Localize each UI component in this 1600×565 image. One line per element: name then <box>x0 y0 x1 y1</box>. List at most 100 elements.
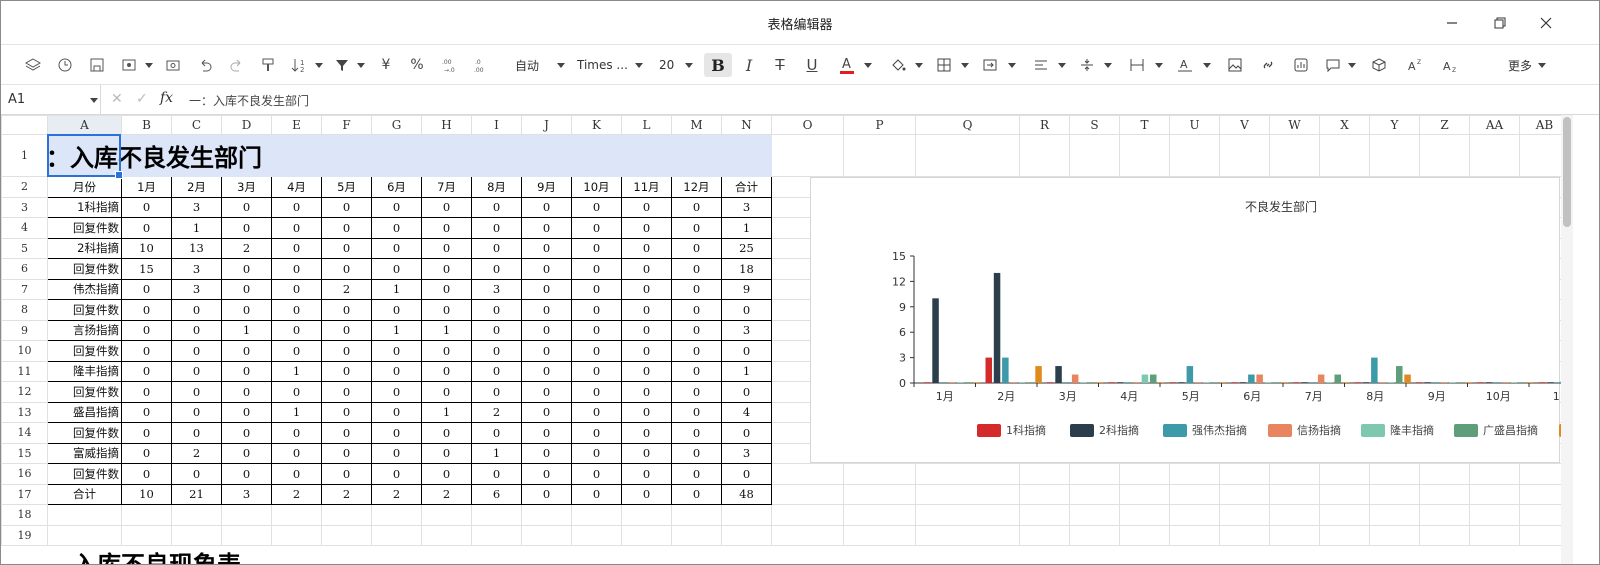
table-cell[interactable]: 10 <box>121 237 172 259</box>
cell[interactable] <box>1119 504 1170 526</box>
cell[interactable] <box>771 134 844 177</box>
cell[interactable] <box>371 504 422 526</box>
table-cell[interactable]: 0 <box>221 381 272 403</box>
font-family-select[interactable]: Times ... <box>577 53 637 77</box>
cell[interactable] <box>1319 463 1370 485</box>
table-cell[interactable]: 0 <box>221 463 272 485</box>
insert-image-dropdown[interactable] <box>144 53 154 77</box>
decrease-decimal-button[interactable]: .00 →.0 <box>438 53 462 77</box>
sort-descending-button[interactable]: AZ <box>1439 53 1463 77</box>
currency-button[interactable]: ¥ <box>375 53 397 77</box>
cell[interactable] <box>1319 483 1370 505</box>
cell[interactable] <box>843 134 916 177</box>
table-header-cell[interactable]: 4月 <box>271 176 322 198</box>
cell-reference-dropdown[interactable] <box>89 88 99 112</box>
table-cell[interactable]: 0 <box>171 422 222 444</box>
fill-color-dropdown[interactable] <box>914 53 924 77</box>
row-header-16[interactable]: 16 <box>1 463 48 485</box>
table-cell[interactable]: 4 <box>721 401 772 423</box>
table-cell[interactable]: 0 <box>471 217 522 239</box>
row-label-cell[interactable]: 回复件数 <box>47 463 122 485</box>
table-cell[interactable]: 6 <box>471 483 522 505</box>
table-cell[interactable]: 0 <box>571 237 622 259</box>
table-cell[interactable]: 0 <box>671 237 722 259</box>
table-cell[interactable]: 0 <box>421 196 472 218</box>
table-cell[interactable]: 0 <box>471 237 522 259</box>
cell[interactable] <box>1019 483 1070 505</box>
table-cell[interactable]: 3 <box>721 442 772 464</box>
cell[interactable] <box>843 504 916 526</box>
table-cell[interactable]: 0 <box>621 360 672 382</box>
table-cell[interactable]: 0 <box>321 442 372 464</box>
row-label-cell[interactable]: 言扬指摘 <box>47 319 122 341</box>
column-header-e[interactable]: E <box>271 115 322 135</box>
table-header-cell[interactable]: 10月 <box>571 176 622 198</box>
cell[interactable] <box>1219 524 1270 546</box>
table-cell[interactable]: 0 <box>421 340 472 362</box>
table-cell[interactable]: 2 <box>171 442 222 464</box>
cell[interactable] <box>1219 483 1270 505</box>
table-cell[interactable]: 0 <box>121 401 172 423</box>
row-label-cell[interactable]: 伟杰指摘 <box>47 278 122 300</box>
cell[interactable] <box>1119 463 1170 485</box>
cell[interactable] <box>1219 504 1270 526</box>
table-cell[interactable]: 0 <box>371 299 422 321</box>
table-cell[interactable]: 0 <box>171 299 222 321</box>
insert-picture-button[interactable] <box>1223 53 1247 77</box>
text-rotate-dropdown[interactable] <box>1202 53 1212 77</box>
cell[interactable] <box>1069 504 1120 526</box>
table-cell[interactable]: 0 <box>271 340 322 362</box>
table-cell[interactable]: 0 <box>571 442 622 464</box>
table-cell[interactable]: 3 <box>171 278 222 300</box>
cell[interactable] <box>521 504 572 526</box>
column-header-n[interactable]: N <box>721 115 772 135</box>
column-header-g[interactable]: G <box>371 115 422 135</box>
table-cell[interactable]: 1 <box>171 217 222 239</box>
table-cell[interactable]: 0 <box>721 422 772 444</box>
cell[interactable] <box>471 504 522 526</box>
table-cell[interactable]: 0 <box>271 258 322 280</box>
cell[interactable] <box>671 524 722 546</box>
row-header-14[interactable]: 14 <box>1 422 48 444</box>
comment-dropdown[interactable] <box>1347 53 1357 77</box>
cell[interactable] <box>1119 524 1170 546</box>
table-cell[interactable]: 0 <box>171 401 222 423</box>
table-cell[interactable]: 1 <box>421 319 472 341</box>
table-cell[interactable]: 0 <box>121 463 172 485</box>
restore-button[interactable] <box>1488 11 1512 35</box>
table-cell[interactable]: 0 <box>471 463 522 485</box>
table-cell[interactable]: 0 <box>621 381 672 403</box>
horizontal-align-button[interactable] <box>1029 53 1053 77</box>
column-header-m[interactable]: M <box>671 115 722 135</box>
vertical-scrollbar[interactable] <box>1561 115 1573 564</box>
table-cell[interactable]: 0 <box>121 217 172 239</box>
table-cell[interactable]: 0 <box>321 360 372 382</box>
table-cell[interactable]: 10 <box>121 483 172 505</box>
table-cell[interactable]: 0 <box>521 217 572 239</box>
table-cell[interactable]: 0 <box>521 442 572 464</box>
table-cell[interactable]: 0 <box>221 278 272 300</box>
table-cell[interactable]: 0 <box>621 340 672 362</box>
row-header-13[interactable]: 13 <box>1 401 48 423</box>
table-cell[interactable]: 0 <box>571 381 622 403</box>
table-cell[interactable]: 0 <box>171 463 222 485</box>
table-cell[interactable]: 0 <box>271 381 322 403</box>
table-cell[interactable]: 1 <box>471 442 522 464</box>
cell[interactable] <box>915 134 1020 177</box>
cell[interactable] <box>915 483 1020 505</box>
insert-comment-button[interactable] <box>1321 53 1345 77</box>
row-header-6[interactable]: 6 <box>1 258 48 280</box>
table-cell[interactable]: 9 <box>721 278 772 300</box>
table-cell[interactable]: 0 <box>221 340 272 362</box>
table-cell[interactable]: 15 <box>121 258 172 280</box>
table-cell[interactable]: 0 <box>171 381 222 403</box>
cell[interactable] <box>1469 524 1520 546</box>
italic-button[interactable]: I <box>738 53 760 77</box>
table-cell[interactable]: 2 <box>271 483 322 505</box>
table-cell[interactable]: 0 <box>671 483 722 505</box>
table-cell[interactable]: 0 <box>571 258 622 280</box>
table-header-cell[interactable]: 8月 <box>471 176 522 198</box>
table-header-cell[interactable]: 合计 <box>721 176 772 198</box>
table-cell[interactable]: 0 <box>671 319 722 341</box>
cell[interactable] <box>1169 134 1220 177</box>
